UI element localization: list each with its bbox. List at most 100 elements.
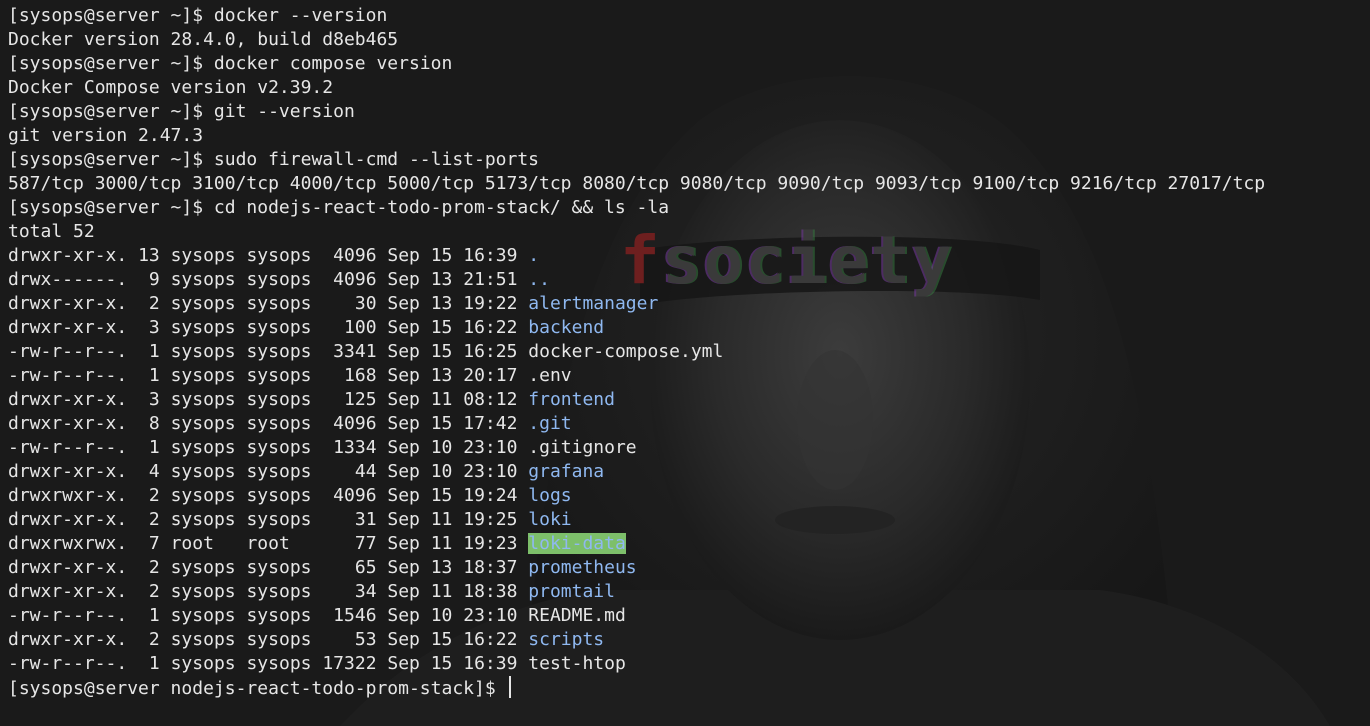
owner: sysops [170, 245, 236, 266]
group: sysops [246, 485, 312, 506]
file-size: 30 [322, 293, 377, 314]
link-count: 2 [138, 581, 160, 602]
permissions: drwx------. [8, 269, 128, 290]
link-count: 9 [138, 269, 160, 290]
active-command-line: [sysops@server nodejs-react-todo-prom-st… [8, 676, 1265, 700]
file-size: 53 [322, 629, 377, 650]
link-count: 1 [138, 341, 160, 362]
listing-row: -rw-r--r--. 1 sysops sysops 17322 Sep 15… [8, 652, 1265, 676]
permissions: drwxr-xr-x. [8, 317, 128, 338]
link-count: 1 [138, 437, 160, 458]
owner: sysops [170, 365, 236, 386]
permissions: drwxr-xr-x. [8, 245, 128, 266]
owner: sysops [170, 413, 236, 434]
directory-name: frontend [528, 389, 615, 410]
file-size: 3341 [322, 341, 377, 362]
shell-prompt: [sysops@server nodejs-react-todo-prom-st… [8, 678, 507, 699]
command-text: git --version [213, 101, 355, 122]
file-size: 4096 [322, 485, 377, 506]
listing-row: -rw-r--r--. 1 sysops sysops 168 Sep 13 2… [8, 364, 1265, 388]
file-size: 1546 [322, 605, 377, 626]
link-count: 4 [138, 461, 160, 482]
group: sysops [246, 581, 312, 602]
permissions: drwxr-xr-x. [8, 629, 128, 650]
group: sysops [246, 413, 312, 434]
file-size: 1334 [322, 437, 377, 458]
group: sysops [246, 653, 312, 674]
shell-prompt: [sysops@server ~]$ [8, 149, 214, 170]
file-size: 31 [322, 509, 377, 530]
modified-date: Sep 10 23:10 [387, 461, 518, 482]
modified-date: Sep 13 20:17 [387, 365, 518, 386]
link-count: 2 [138, 557, 160, 578]
link-count: 13 [138, 245, 160, 266]
listing-row: drwxr-xr-x. 2 sysops sysops 53 Sep 15 16… [8, 628, 1265, 652]
modified-date: Sep 15 16:39 [387, 245, 518, 266]
directory-name: .. [528, 269, 550, 290]
file-size: 44 [322, 461, 377, 482]
permissions: drwxrwxr-x. [8, 485, 128, 506]
listing-row: -rw-r--r--. 1 sysops sysops 1334 Sep 10 … [8, 436, 1265, 460]
listing-row: drwxr-xr-x. 2 sysops sysops 65 Sep 13 18… [8, 556, 1265, 580]
group: sysops [246, 245, 312, 266]
command-text: cd nodejs-react-todo-prom-stack/ && ls -… [213, 197, 670, 218]
directory-name: promtail [528, 581, 615, 602]
link-count: 8 [138, 413, 160, 434]
group: sysops [246, 557, 312, 578]
permissions: drwxr-xr-x. [8, 557, 128, 578]
listing-row: drwxr-xr-x. 3 sysops sysops 125 Sep 11 0… [8, 388, 1265, 412]
permissions: -rw-r--r--. [8, 365, 128, 386]
group: sysops [246, 269, 312, 290]
directory-name: alertmanager [528, 293, 659, 314]
owner: sysops [170, 581, 236, 602]
file-name: README.md [528, 605, 626, 626]
owner: sysops [170, 293, 236, 314]
link-count: 3 [138, 317, 160, 338]
directory-name: backend [528, 317, 605, 338]
group: sysops [246, 365, 312, 386]
file-size: 4096 [322, 245, 377, 266]
file-name: test-htop [528, 653, 626, 674]
listing-row: -rw-r--r--. 1 sysops sysops 3341 Sep 15 … [8, 340, 1265, 364]
modified-date: Sep 10 23:10 [387, 605, 518, 626]
file-size: 34 [322, 581, 377, 602]
terminal-output: [sysops@server ~]$ docker --version Docke… [8, 4, 1265, 700]
file-size: 4096 [322, 269, 377, 290]
link-count: 2 [138, 509, 160, 530]
modified-date: Sep 13 21:51 [387, 269, 518, 290]
owner: sysops [170, 557, 236, 578]
directory-name: prometheus [528, 557, 637, 578]
modified-date: Sep 15 16:25 [387, 341, 518, 362]
command-output: Docker Compose version v2.39.2 [8, 77, 334, 98]
file-name: docker-compose.yml [528, 341, 724, 362]
text-cursor[interactable] [508, 676, 511, 698]
link-count: 3 [138, 389, 160, 410]
permissions: drwxr-xr-x. [8, 413, 128, 434]
file-name: .gitignore [528, 437, 637, 458]
modified-date: Sep 13 19:22 [387, 293, 518, 314]
group: sysops [246, 341, 312, 362]
owner: sysops [170, 485, 236, 506]
shell-prompt: [sysops@server ~]$ [8, 101, 214, 122]
permissions: drwxr-xr-x. [8, 461, 128, 482]
directory-name: . [528, 245, 540, 266]
listing-row: drwxr-xr-x. 2 sysops sysops 34 Sep 11 18… [8, 580, 1265, 604]
terminal-window[interactable]: fsociety [sysops@server ~]$ docker --ver… [0, 0, 1370, 726]
owner: sysops [170, 461, 236, 482]
owner: sysops [170, 437, 236, 458]
group: sysops [246, 437, 312, 458]
modified-date: Sep 10 23:10 [387, 437, 518, 458]
owner: root [170, 533, 236, 554]
shell-prompt: [sysops@server ~]$ [8, 5, 214, 26]
listing-row: drwxr-xr-x. 4 sysops sysops 44 Sep 10 23… [8, 460, 1265, 484]
listing-row: -rw-r--r--. 1 sysops sysops 1546 Sep 10 … [8, 604, 1265, 628]
listing-row: drwxr-xr-x. 2 sysops sysops 30 Sep 13 19… [8, 292, 1265, 316]
directory-name: grafana [528, 461, 605, 482]
permissions: drwxr-xr-x. [8, 581, 128, 602]
permissions: drwxr-xr-x. [8, 509, 128, 530]
shell-prompt: [sysops@server ~]$ [8, 53, 214, 74]
command-line: [sysops@server ~]$ docker --version [8, 4, 1265, 28]
file-size: 168 [322, 365, 377, 386]
owner: sysops [170, 629, 236, 650]
file-size: 100 [322, 317, 377, 338]
